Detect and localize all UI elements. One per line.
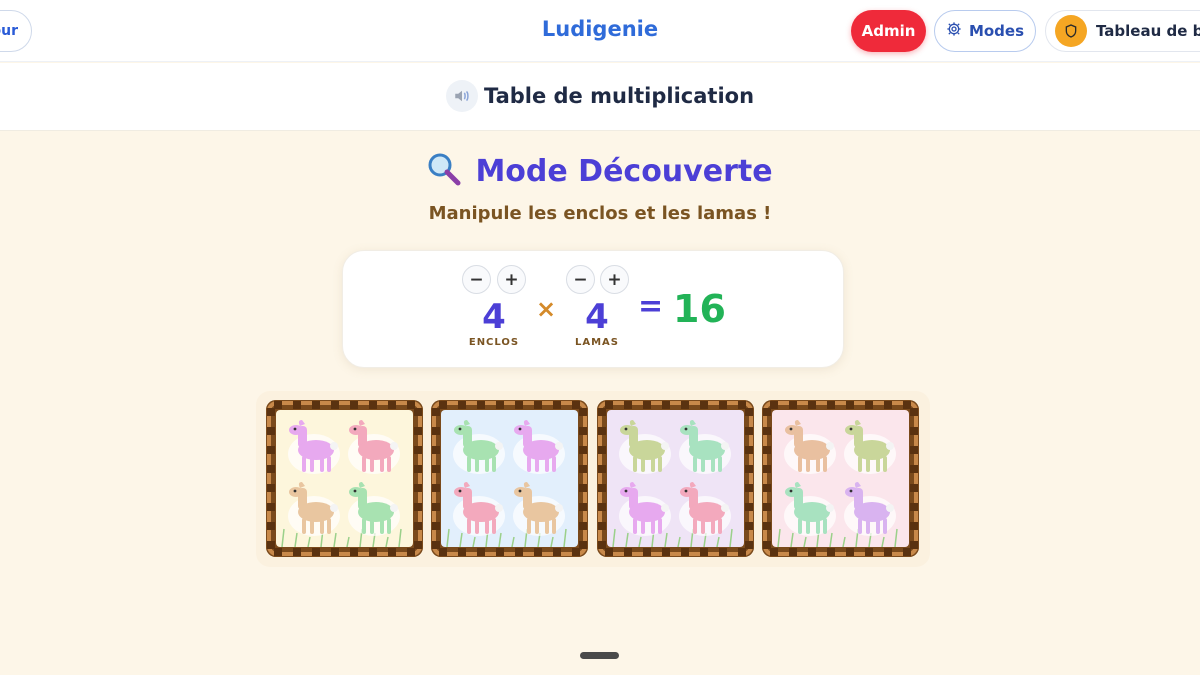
dashboard-button-label: Tableau de bo <box>1096 22 1200 40</box>
top-bar: our Ludigenie Admin Modes Tableau de bo <box>0 0 1200 62</box>
llama-icon[interactable] <box>776 416 840 478</box>
llama-icon[interactable] <box>280 416 344 478</box>
llama-icon[interactable] <box>611 478 675 540</box>
pen-inner <box>276 410 413 547</box>
mode-subtitle: Manipule les enclos et les lamas ! <box>428 203 772 224</box>
magnifier-icon <box>427 152 461 190</box>
llama-icon[interactable] <box>671 478 735 540</box>
enclos-value: 4 <box>482 297 506 337</box>
dashboard-button[interactable]: Tableau de bo <box>1045 10 1200 52</box>
enclos-minus-button[interactable]: − <box>462 265 491 294</box>
llama-icon[interactable] <box>836 478 900 540</box>
scroll-handle[interactable] <box>580 652 619 659</box>
pen[interactable] <box>597 400 754 557</box>
llama-icon[interactable] <box>611 416 675 478</box>
pens-area <box>256 391 930 567</box>
llama-icon[interactable] <box>340 478 404 540</box>
equation-card: − + 4 ENCLOS × − + 4 LAMAS = 16 <box>342 250 844 368</box>
lamas-value: 4 <box>585 297 609 337</box>
enclos-plus-button[interactable]: + <box>497 265 526 294</box>
pen[interactable] <box>266 400 423 557</box>
llama-icon[interactable] <box>505 416 569 478</box>
equals-sign: = <box>638 289 664 324</box>
mode-title: Mode Découverte <box>0 152 1200 190</box>
pen[interactable] <box>762 400 919 557</box>
enclos-label: ENCLOS <box>468 337 520 348</box>
admin-button[interactable]: Admin <box>851 10 926 52</box>
llama-icon[interactable] <box>836 416 900 478</box>
llama-icon[interactable] <box>671 416 735 478</box>
lamas-plus-button[interactable]: + <box>600 265 629 294</box>
pen-inner <box>607 410 744 547</box>
gear-icon <box>946 21 962 41</box>
llama-icon[interactable] <box>505 478 569 540</box>
result-value: 16 <box>673 287 726 331</box>
shield-icon <box>1055 15 1087 47</box>
llama-icon[interactable] <box>445 416 509 478</box>
page-title: Table de multiplication <box>483 84 755 108</box>
mode-title-text: Mode Découverte <box>475 153 773 189</box>
llama-icon[interactable] <box>340 416 404 478</box>
pen[interactable] <box>431 400 588 557</box>
lamas-label: LAMAS <box>574 337 619 348</box>
multiply-sign: × <box>536 295 557 323</box>
llama-icon[interactable] <box>445 478 509 540</box>
pen-inner <box>772 410 909 547</box>
sub-header: Table de multiplication <box>0 63 1200 131</box>
modes-button-label: Modes <box>968 22 1025 40</box>
speaker-icon[interactable] <box>445 80 478 112</box>
pen-inner <box>441 410 578 547</box>
llama-icon[interactable] <box>280 478 344 540</box>
modes-button[interactable]: Modes <box>934 10 1036 52</box>
lamas-minus-button[interactable]: − <box>566 265 595 294</box>
llama-icon[interactable] <box>776 478 840 540</box>
